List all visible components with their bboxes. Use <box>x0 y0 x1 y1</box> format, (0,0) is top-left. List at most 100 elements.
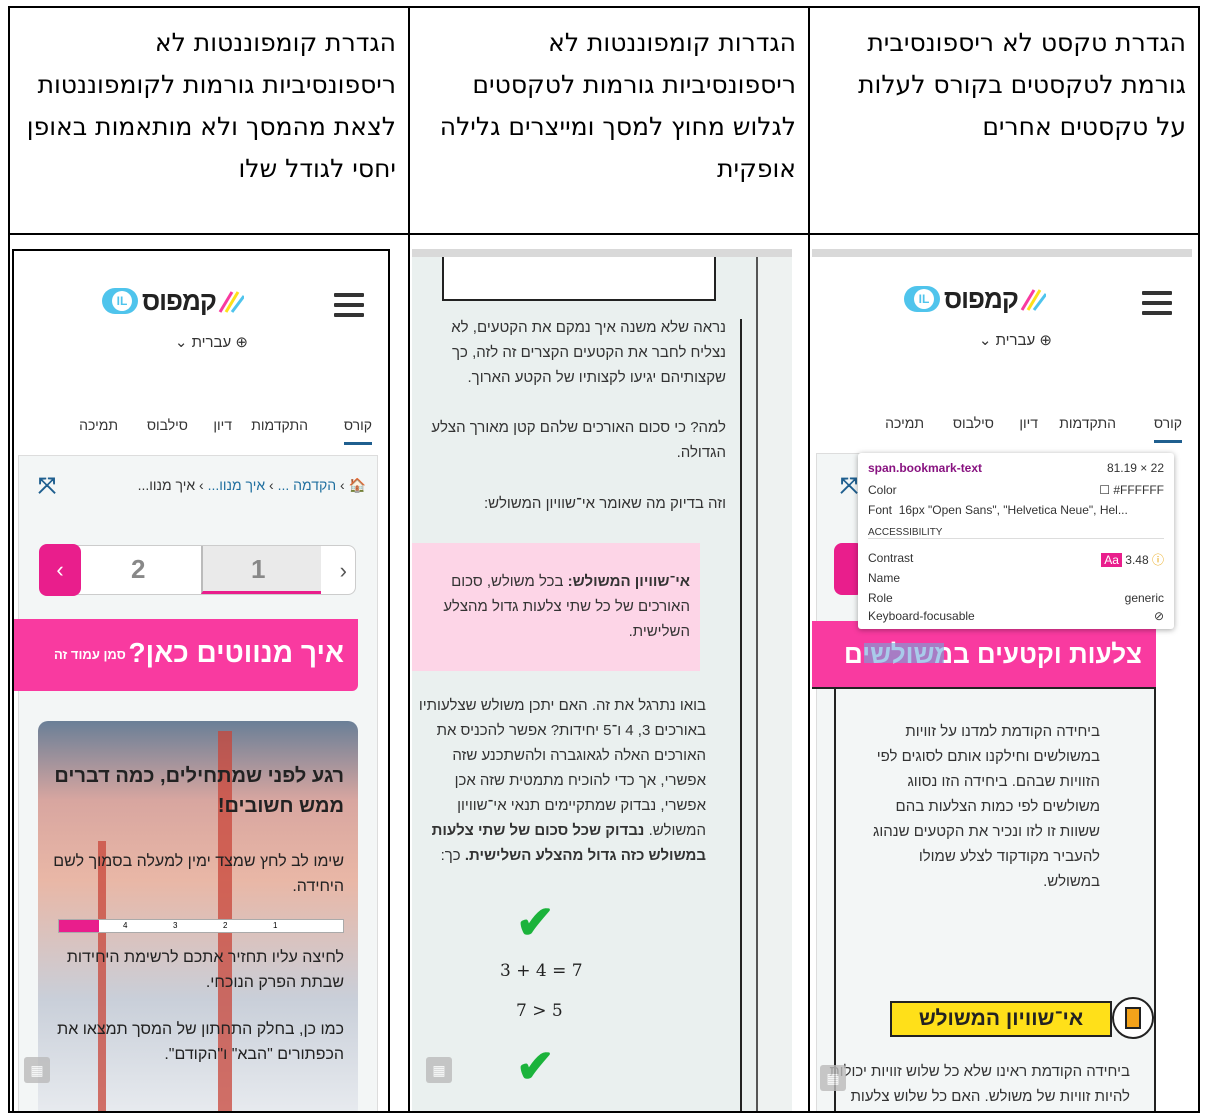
scroll-grip <box>812 249 1192 257</box>
tooltip-role: Role generic <box>868 591 1164 605</box>
tab-discussion[interactable]: דיון <box>213 417 232 433</box>
pager-item-2[interactable]: 2 <box>131 554 145 585</box>
lesson-paragraph-4: בואו נתרגל את זה. האם יתכן משולש שצלעותי… <box>416 693 706 868</box>
tooltip-color: Color ☐ #FFFFFF <box>868 483 1164 497</box>
header-cell-middle: הגדרות קומפוננטות לא ריספונסיביות גורמות… <box>408 6 810 235</box>
content-rule <box>834 689 836 1110</box>
callout-bold: אי־שוויון המשולש: <box>567 573 690 590</box>
lesson-paragraph-1: נראה שלא משנה איך נמקם את הקטעים, לא נצל… <box>451 319 726 386</box>
hamburger-icon[interactable] <box>334 293 364 317</box>
unit-pager: ‹ 2 1 › <box>39 544 356 596</box>
tab-progress[interactable]: התקדמות <box>1059 415 1116 431</box>
logo-word: קמפוס <box>142 285 217 316</box>
bookmark-text[interactable]: סמן עמוד זה <box>54 647 126 662</box>
course-tabs: קורס התקדמות דיון סילבוס תמיכה <box>14 407 388 445</box>
logo-stripes-icon <box>218 291 244 313</box>
calculator-icon[interactable]: ▦ <box>820 1065 846 1091</box>
home-icon[interactable]: 🏠 <box>349 477 366 493</box>
card-paragraph-3: כמו כן, בחלק התחתון של המסך תמצאו את הכפ… <box>57 1021 344 1063</box>
equation-2: 7 > 5 <box>516 1001 563 1021</box>
lesson-paragraph-3: וזה בדיוק מה שאומר אי־שוויון המשולש: <box>483 495 726 512</box>
unit-banner: צלעות וקטעים במשולשים <box>812 621 1156 689</box>
header-left-text: הגדרת קומפוננטות לא ריספונסיביות גורמות … <box>26 28 396 183</box>
mini-pager-prev <box>59 920 99 932</box>
logo-badge: IL <box>102 288 138 314</box>
card-paragraph-1: שימו לב לחץ שמצד ימין למעלה בסמוך לשם הי… <box>53 853 344 895</box>
phone-right: IL קמפוס ⊕ עברית ⌄ קורס התקדמות דיון סיל… <box>812 249 1192 1110</box>
tooltip-keyboard: Keyboard-focusable ⊘ <box>868 609 1164 623</box>
intro-paragraph: ביחידה הקודמת למדנו על זוויות במשולשים ו… <box>873 723 1100 890</box>
expand-icon[interactable]: ⤧ <box>838 475 860 497</box>
logo-word: קמפוס <box>944 283 1019 314</box>
shot-cell-left: IL קמפוס ⊕ עברית ⌄ קורס התקדמות דיון סיל… <box>8 233 410 1113</box>
tab-progress[interactable]: התקדמות <box>251 417 308 433</box>
language-selector[interactable]: ⊕ עברית ⌄ <box>175 333 248 351</box>
tab-discussion[interactable]: דיון <box>1019 415 1038 431</box>
callout-text: אי־שוויון המשולש: בכל משולש, סכום האורכי… <box>422 569 690 644</box>
devtools-tooltip: span.bookmark-text 81.19 × 22 Color ☐ #F… <box>858 453 1174 629</box>
bookmark-highlight <box>864 643 944 663</box>
tab-course[interactable]: קורס <box>343 417 372 445</box>
mini-num: 4 <box>123 921 128 930</box>
shot-cell-right: IL קמפוס ⊕ עברית ⌄ קורס התקדמות דיון סיל… <box>808 233 1200 1113</box>
screenshot-row: IL קמפוס ⊕ עברית ⌄ קורס התקדמות דיון סיל… <box>8 233 1200 1113</box>
logo-stripes-icon <box>1020 289 1046 311</box>
banner-title: איך מנווטים כאן? <box>128 637 344 668</box>
calculator-icon[interactable]: ▦ <box>426 1057 452 1083</box>
content-rule <box>740 319 742 1110</box>
tooltip-size: 81.19 × 22 <box>1106 461 1164 475</box>
calculator-icon[interactable]: ▦ <box>24 1057 50 1083</box>
lesson-paragraph-2: למה? כי סכום האורכים שלהם קטן מאורך הצלע… <box>431 419 726 461</box>
tooltip-contrast: Contrast Aa 3.48 ⓘ <box>868 551 1164 567</box>
check-icon: ✔ <box>516 896 555 948</box>
tooltip-selector: span.bookmark-text <box>868 461 983 475</box>
header-right-text: הגדרת טקסט לא ריספונסיבית גורמת לטקסטים … <box>858 28 1186 141</box>
breadcrumb-link-1[interactable]: הקדמה ... <box>278 477 337 493</box>
logo: IL קמפוס <box>904 283 1046 315</box>
header-row: הגדרת קומפוננטות לא ריספונסיביות גורמות … <box>8 6 1200 235</box>
logo-badge: IL <box>904 286 940 312</box>
pager-prev-button[interactable]: ‹ <box>39 544 81 596</box>
hamburger-icon[interactable] <box>1142 291 1172 315</box>
logo: IL קמפוס <box>102 285 244 317</box>
tooltip-header: span.bookmark-text 81.19 × 22 <box>868 461 1164 477</box>
pager-item-1[interactable]: 1 <box>251 554 265 585</box>
exercise-text: בואו נתרגל את זה. האם יתכן משולש שצלעותי… <box>418 697 706 839</box>
content-rule <box>1154 689 1156 1110</box>
expand-icon[interactable]: ⤧ <box>36 475 58 497</box>
comparison-table: הגדרת קומפוננטות לא ריספונסיביות גורמות … <box>8 6 1200 1113</box>
phone-middle: נראה שלא משנה איך נמקם את הקטעים, לא נצל… <box>412 249 792 1110</box>
mini-pager: 4 3 2 1 <box>58 919 344 933</box>
equation-1: 3 + 4 = 7 <box>500 961 583 981</box>
geogebra-box <box>442 257 716 301</box>
notebook-icon <box>1112 997 1154 1039</box>
language-selector[interactable]: ⊕ עברית ⌄ <box>979 331 1052 349</box>
pager-next-button[interactable]: › <box>340 558 347 584</box>
tab-course[interactable]: קורס <box>1153 415 1182 443</box>
tab-syllabus[interactable]: סילבוס <box>953 415 994 431</box>
tooltip-access: ACCESSIBILITY <box>868 527 1164 539</box>
header-middle-text: הגדרות קומפוננטות לא ריספונסיביות גורמות… <box>439 28 796 183</box>
tab-support[interactable]: תמיכה <box>79 417 118 433</box>
header-cell-right: הגדרת טקסט לא ריספונסיבית גורמת לטקסטים … <box>808 6 1200 235</box>
unit-banner: סמן עמוד זה איך מנווטים כאן? <box>14 619 358 691</box>
shot-cell-middle: נראה שלא משנה איך נמקם את הקטעים, לא נצל… <box>408 233 810 1113</box>
mini-num: 3 <box>173 921 178 930</box>
body-paragraph-2: ביחידה הקודמת ראינו שלא כל שלוש זוויות י… <box>829 1063 1130 1105</box>
section-heading: אי־שוויון המשולש <box>890 1001 1112 1037</box>
breadcrumb: 🏠 › הקדמה ... › איך מנוו... › איך מנוו..… <box>137 477 366 493</box>
scroll-grip <box>412 249 792 257</box>
course-tabs: קורס התקדמות דיון סילבוס תמיכה <box>812 405 1192 443</box>
breadcrumb-link-2[interactable]: איך מנוו... <box>208 477 266 493</box>
card-paragraph-2: לחיצה עליו תחזיר אתכם לרשימת היחידות שבת… <box>66 949 344 991</box>
tab-syllabus[interactable]: סילבוס <box>147 417 188 433</box>
logo-row: IL קמפוס <box>14 285 388 325</box>
intro-card: רגע לפני שמתחילים, כמה דברים ממש חשובים!… <box>38 721 358 1110</box>
tooltip-name: Name <box>868 571 901 585</box>
exercise-end: כך: <box>440 847 461 864</box>
definition-callout: אי־שוויון המשולש: בכל משולש, סכום האורכי… <box>412 543 700 671</box>
card-title: רגע לפני שמתחילים, כמה דברים ממש חשובים! <box>54 765 344 817</box>
tooltip-font: Font 16px "Open Sans", "Helvetica Neue",… <box>868 503 1128 517</box>
tab-support[interactable]: תמיכה <box>885 415 924 431</box>
check-icon: ✔ <box>516 1040 555 1092</box>
